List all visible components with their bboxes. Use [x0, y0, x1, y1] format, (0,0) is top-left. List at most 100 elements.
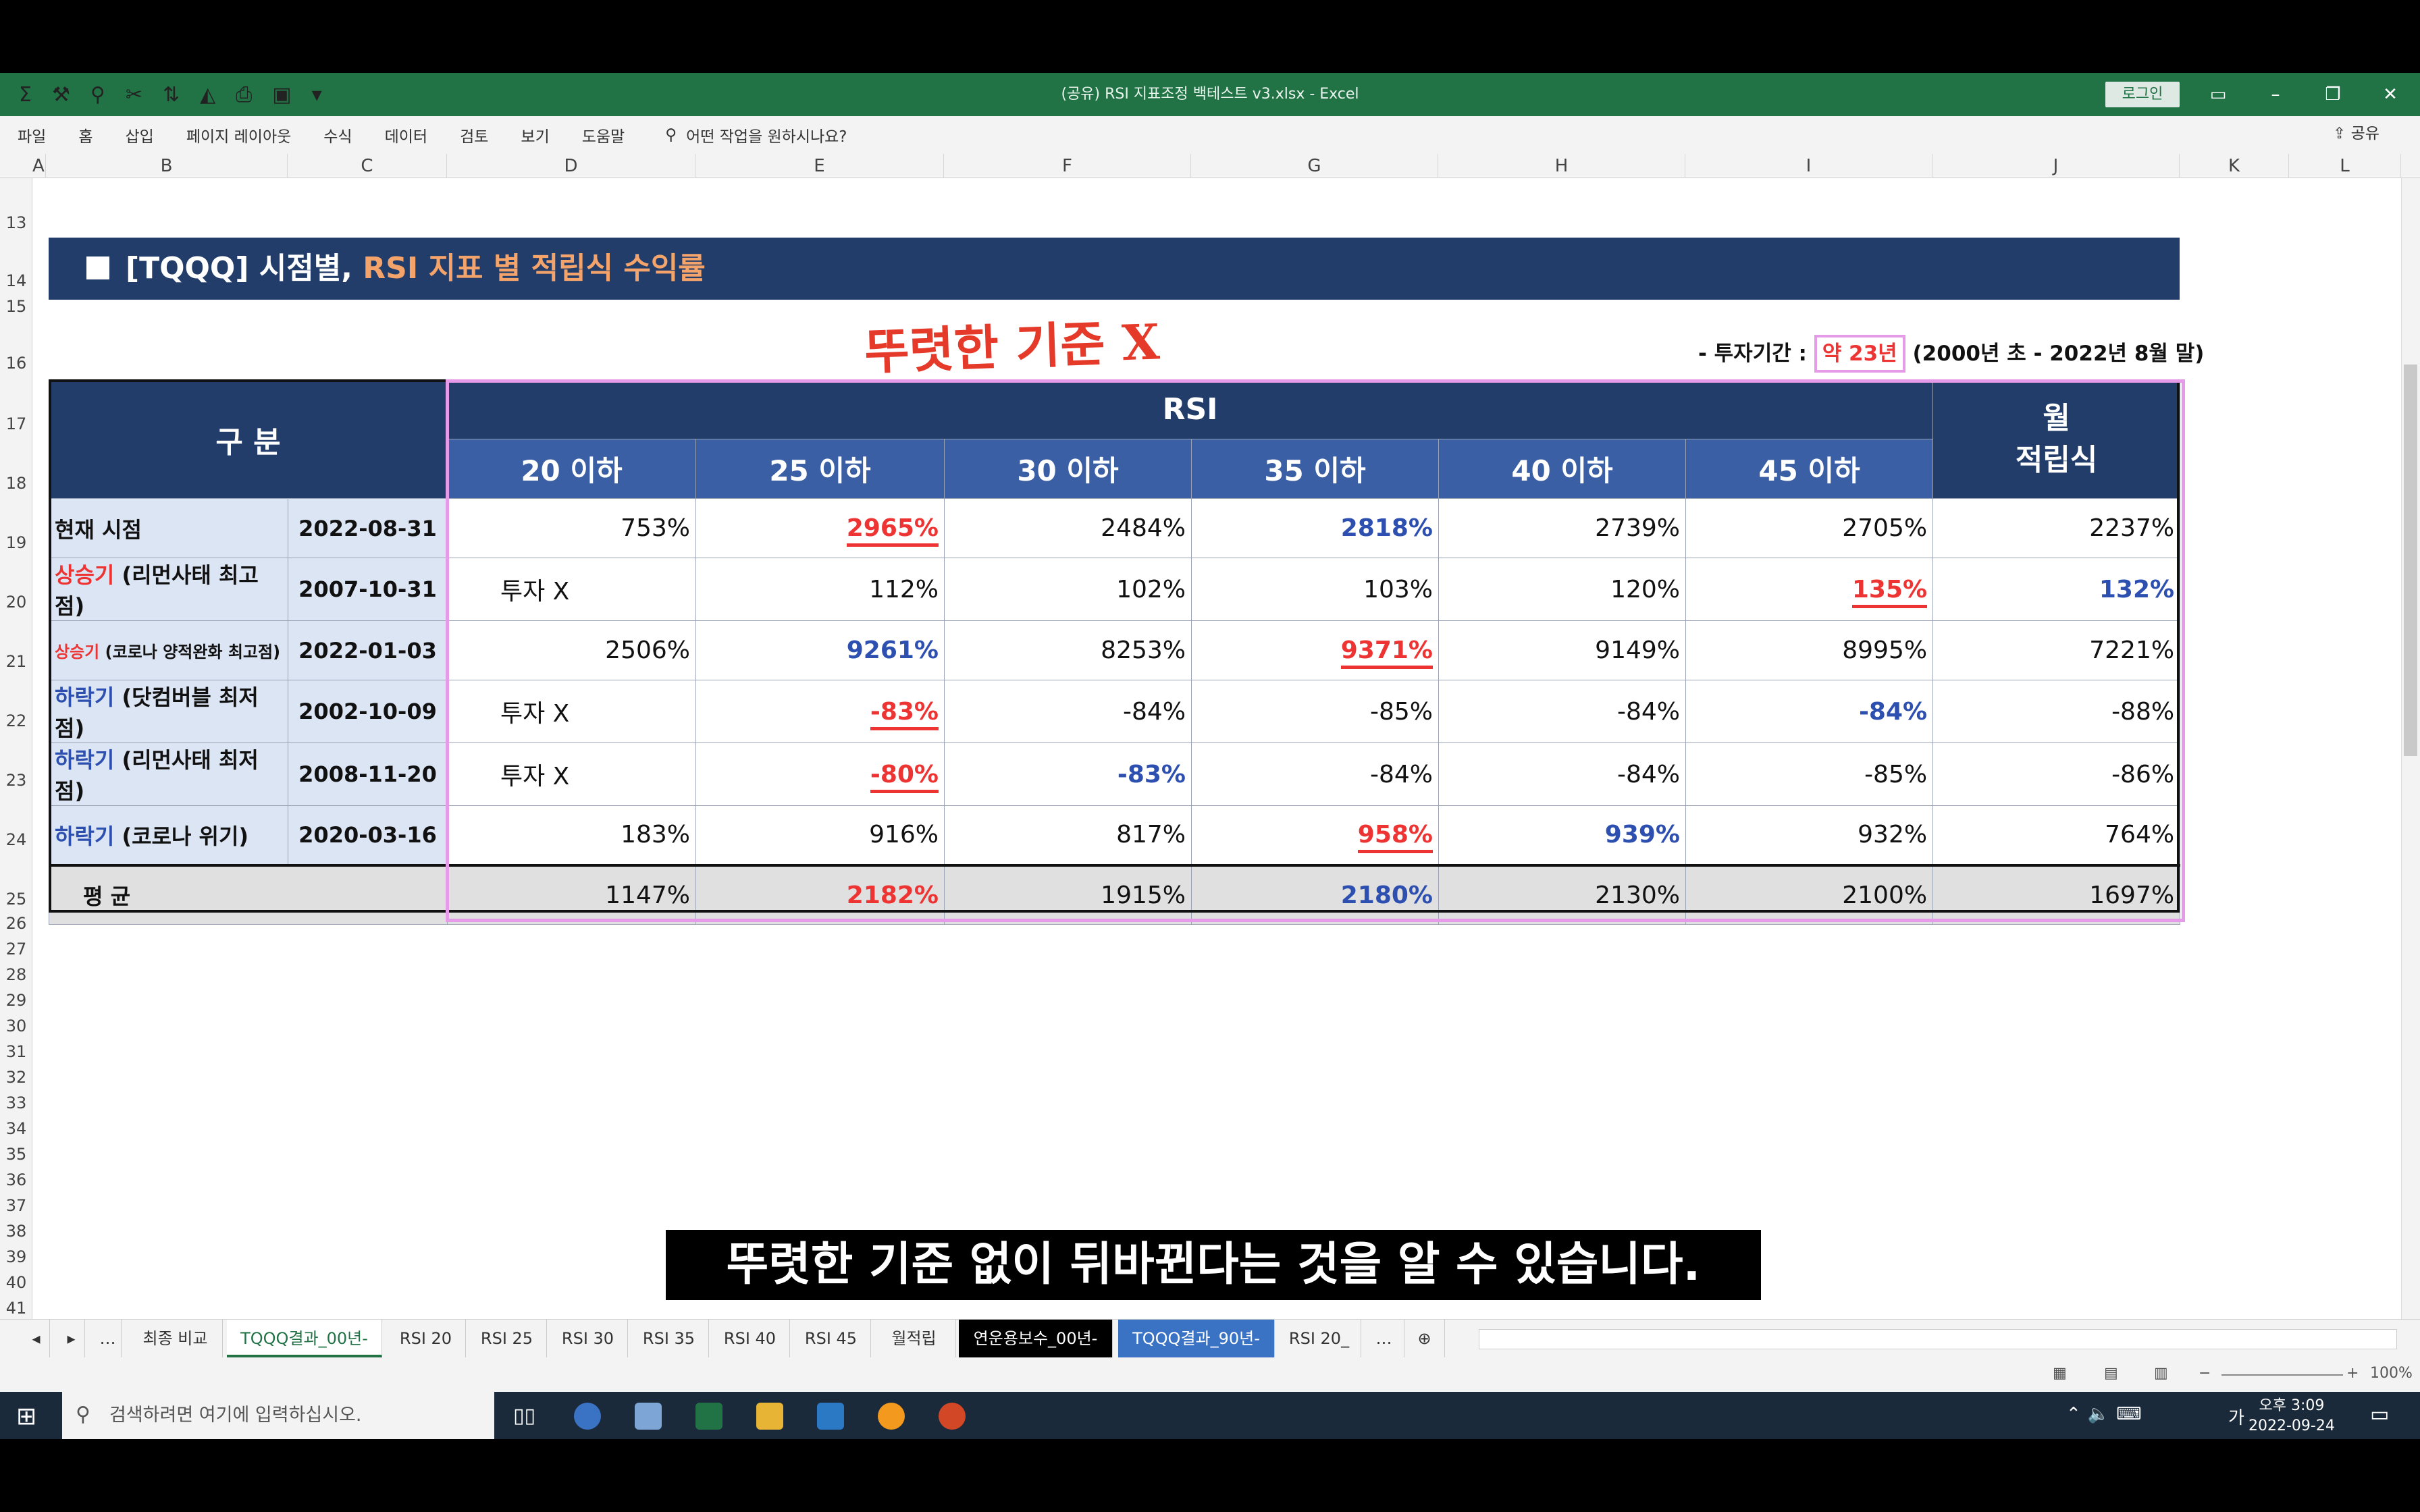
windows-start-icon[interactable]: ⊞ — [16, 1403, 36, 1430]
ime-indicator[interactable]: 가 — [2228, 1404, 2244, 1429]
value-cell[interactable]: 9371% — [1191, 620, 1439, 680]
value-cell[interactable]: 9261% — [695, 620, 945, 680]
system-tray-icons[interactable]: ⌃🔈⌨ — [2066, 1404, 2149, 1424]
sheet-tab-active[interactable]: TQQQ결과_00년- — [227, 1320, 382, 1357]
average-label[interactable]: 평 균 — [49, 863, 448, 925]
sheet-tab[interactable]: RSI 40 — [710, 1320, 790, 1357]
row-header[interactable]: 32 — [0, 1068, 32, 1087]
row-header[interactable]: 15 — [0, 297, 32, 316]
column-header[interactable]: D — [447, 154, 695, 178]
column-header[interactable]: A — [32, 154, 46, 178]
column-header[interactable]: I — [1685, 154, 1932, 178]
row-header[interactable]: 27 — [0, 940, 32, 959]
row-header[interactable]: 31 — [0, 1042, 32, 1061]
menu-data[interactable]: 데이터 — [385, 124, 427, 146]
value-cell[interactable]: -84% — [944, 680, 1192, 743]
sheet-tab[interactable]: RSI 25 — [467, 1320, 547, 1357]
row-header[interactable]: 28 — [0, 965, 32, 984]
value-cell[interactable]: 103% — [1191, 558, 1439, 621]
tab-next-icon[interactable]: ▸ — [58, 1320, 85, 1357]
row-header[interactable]: 19 — [0, 533, 32, 552]
column-header[interactable]: K — [2180, 154, 2289, 178]
sheet-tab[interactable]: 최종 비교 — [128, 1320, 223, 1357]
value-cell[interactable]: -86% — [1932, 742, 2181, 806]
task-view-icon[interactable]: ▯▯ — [513, 1404, 535, 1428]
app-search-icon[interactable] — [878, 1403, 905, 1430]
row-label[interactable]: 상승기 (리먼사태 최고점) — [49, 558, 288, 621]
menu-formulas[interactable]: 수식 — [323, 124, 352, 146]
column-header[interactable]: J — [1932, 154, 2180, 178]
sheet-tab[interactable]: 연운용보수_00년- — [959, 1320, 1113, 1357]
value-cell[interactable]: -80% — [695, 742, 945, 806]
app-w-icon[interactable] — [574, 1403, 601, 1430]
value-cell[interactable]: 939% — [1438, 805, 1686, 865]
menu-view[interactable]: 보기 — [521, 124, 549, 146]
sheet-tab[interactable]: RSI 30 — [548, 1320, 628, 1357]
vertical-scroll-thumb[interactable] — [2404, 364, 2417, 756]
value-cell[interactable]: 135% — [1685, 558, 1934, 621]
tab-prev-icon[interactable]: ◂ — [23, 1320, 50, 1357]
row-header[interactable]: 30 — [0, 1017, 32, 1035]
login-button[interactable]: 로그인 — [2105, 82, 2180, 107]
menu-home[interactable]: 홈 — [78, 124, 93, 146]
value-cell[interactable]: 916% — [695, 805, 945, 865]
file-explorer-icon[interactable] — [756, 1403, 783, 1430]
value-cell[interactable]: -85% — [1191, 680, 1439, 743]
zoom-slider[interactable] — [2221, 1374, 2343, 1376]
column-header[interactable]: E — [695, 154, 944, 178]
row-header[interactable]: 16 — [0, 354, 32, 373]
value-cell[interactable]: 2484% — [944, 498, 1192, 558]
row-label[interactable]: 하락기 (닷컴버블 최저점) — [49, 680, 288, 743]
row-header[interactable]: 35 — [0, 1145, 32, 1164]
horizontal-scrollbar[interactable] — [1479, 1329, 2397, 1349]
excel-icon[interactable] — [695, 1403, 722, 1430]
zoom-in-icon[interactable]: + — [2346, 1365, 2359, 1382]
sheet-tab[interactable]: 월적립 — [872, 1320, 956, 1357]
zoom-out-icon[interactable]: − — [2199, 1365, 2211, 1382]
column-header[interactable]: B — [46, 154, 288, 178]
row-header[interactable]: 29 — [0, 991, 32, 1010]
taskbar-clock[interactable]: 오후 3:09 2022-09-24 — [2248, 1396, 2335, 1436]
app-notes-icon[interactable] — [635, 1403, 662, 1430]
value-cell[interactable]: 102% — [944, 558, 1192, 621]
row-date[interactable]: 2002-10-09 — [288, 680, 448, 743]
row-header[interactable]: 41 — [0, 1299, 32, 1318]
row-header[interactable]: 20 — [0, 593, 32, 612]
ribbon-display-icon[interactable]: ▭ — [2191, 73, 2245, 116]
row-header[interactable]: 40 — [0, 1273, 32, 1292]
value-cell[interactable]: -84% — [1438, 742, 1686, 806]
menu-help[interactable]: 도움말 — [582, 124, 625, 146]
row-header[interactable]: 39 — [0, 1247, 32, 1266]
row-header[interactable]: 25 — [0, 890, 32, 909]
row-header[interactable]: 37 — [0, 1196, 32, 1215]
row-date[interactable]: 2020-03-16 — [288, 805, 448, 865]
zoom-level[interactable]: 100% — [2370, 1365, 2413, 1382]
page-break-icon[interactable]: ▥ — [2154, 1365, 2168, 1382]
sheet-tab[interactable]: RSI 20 — [386, 1320, 466, 1357]
average-cell[interactable]: 1915% — [944, 863, 1192, 925]
row-header[interactable]: 21 — [0, 652, 32, 671]
minimize-icon[interactable]: – — [2248, 73, 2303, 116]
average-cell[interactable]: 1147% — [447, 863, 696, 925]
notification-icon[interactable]: ▭ — [2370, 1403, 2389, 1426]
value-cell[interactable]: 9149% — [1438, 620, 1686, 680]
value-cell[interactable]: 투자 X — [447, 558, 696, 621]
menu-file[interactable]: 파일 — [18, 124, 46, 146]
menu-insert[interactable]: 삽입 — [126, 124, 154, 146]
row-header[interactable]: 34 — [0, 1119, 32, 1138]
column-header[interactable]: L — [2289, 154, 2401, 178]
row-header[interactable]: 18 — [0, 474, 32, 493]
value-cell[interactable]: 932% — [1685, 805, 1934, 865]
row-label[interactable]: 하락기 (코로나 위기) — [49, 805, 288, 865]
page-layout-icon[interactable]: ▤ — [2104, 1365, 2118, 1382]
menu-page-layout[interactable]: 페이지 레이아웃 — [186, 124, 291, 146]
value-cell[interactable]: 8995% — [1685, 620, 1934, 680]
value-cell[interactable]: -84% — [1438, 680, 1686, 743]
column-header[interactable]: C — [288, 154, 447, 178]
value-cell[interactable]: 2818% — [1191, 498, 1439, 558]
row-label[interactable]: 현재 시점 — [49, 498, 288, 558]
menu-review[interactable]: 검토 — [460, 124, 488, 146]
close-icon[interactable]: ✕ — [2363, 73, 2417, 116]
app-window-icon[interactable] — [817, 1403, 844, 1430]
value-cell[interactable]: 112% — [695, 558, 945, 621]
